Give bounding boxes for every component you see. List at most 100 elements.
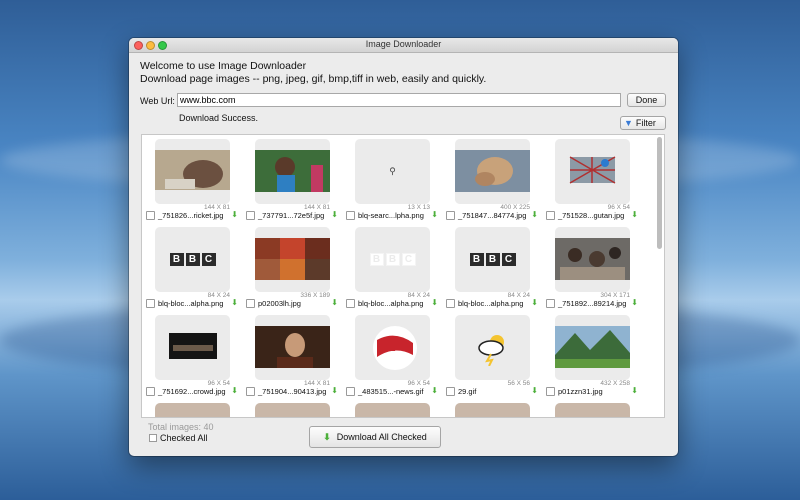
download-arrow-icon[interactable]: ⬇ [331, 210, 338, 219]
image-checkbox[interactable] [146, 299, 155, 308]
image-filename: _751826...ricket.jpg [158, 211, 224, 220]
image-tile[interactable]: 336 X 189 p02003lh.jpg ⬇ [242, 223, 338, 309]
download-arrow-icon[interactable]: ⬇ [631, 298, 638, 307]
image-thumbnail[interactable] [155, 139, 230, 204]
download-all-checked-button[interactable]: ⬇ Download All Checked [309, 426, 441, 448]
download-arrow-icon[interactable]: ⬇ [431, 210, 438, 219]
scrollbar[interactable] [657, 137, 662, 249]
image-checkbox[interactable] [446, 299, 455, 308]
download-arrow-icon[interactable]: ⬇ [231, 386, 238, 395]
image-thumbnail[interactable] [555, 139, 630, 204]
image-tile[interactable] [142, 399, 238, 417]
image-checkbox[interactable] [146, 211, 155, 220]
app-window: Image Downloader Welcome to use Image Do… [129, 38, 678, 456]
image-thumbnail[interactable] [355, 315, 430, 380]
image-thumbnail[interactable]: BBC [355, 227, 430, 292]
image-tile[interactable]: 144 X 81 _737791...72e5f.jpg ⬇ [242, 135, 338, 221]
title-bar[interactable]: Image Downloader [129, 38, 678, 53]
image-dimensions: 84 X 24 [507, 292, 530, 299]
image-tile[interactable]: ⚲ 13 X 13 blq-searc...lpha.png ⬇ [342, 135, 438, 221]
download-arrow-icon[interactable]: ⬇ [231, 298, 238, 307]
download-arrow-icon[interactable]: ⬇ [631, 386, 638, 395]
image-dimensions: 144 X 81 [303, 380, 330, 387]
checkbox-icon[interactable] [149, 434, 157, 442]
image-checkbox[interactable] [546, 299, 555, 308]
download-arrow-icon[interactable]: ⬇ [531, 298, 538, 307]
url-label: Web Url: [140, 96, 175, 106]
download-arrow-icon[interactable]: ⬇ [331, 386, 338, 395]
image-tile[interactable]: 96 X 54 _751528...gutan.jpg ⬇ [542, 135, 638, 221]
status-message: Download Success. [179, 113, 259, 123]
download-arrow-icon[interactable]: ⬇ [331, 298, 338, 307]
image-tile[interactable]: 144 X 81 _751904...90413.jpg ⬇ [242, 311, 338, 397]
funnel-icon: ▼ [624, 118, 633, 128]
image-thumbnail[interactable] [455, 403, 530, 417]
image-thumbnail[interactable] [355, 403, 430, 417]
image-tile[interactable] [542, 399, 638, 417]
image-tile[interactable]: 400 X 225 _751847...84774.jpg ⬇ [442, 135, 538, 221]
image-checkbox[interactable] [546, 387, 555, 396]
image-thumbnail[interactable] [255, 139, 330, 204]
welcome-heading: Welcome to use Image Downloader [140, 60, 307, 72]
image-thumbnail[interactable]: BBC [455, 227, 530, 292]
image-thumbnail[interactable] [255, 315, 330, 380]
image-checkbox[interactable] [446, 387, 455, 396]
image-thumbnail[interactable]: BBC [155, 227, 230, 292]
image-checkbox[interactable] [346, 211, 355, 220]
image-filename: blq-bloc...alpha.png [458, 299, 524, 308]
image-tile[interactable]: B B C 84 X 24 blq-bloc...alpha.png ⬇ [442, 223, 538, 309]
image-filename: _737791...72e5f.jpg [258, 211, 325, 220]
image-tile[interactable]: 304 X 171 _751892...89214.jpg ⬇ [542, 223, 638, 309]
download-arrow-icon[interactable]: ⬇ [531, 386, 538, 395]
download-arrow-icon[interactable]: ⬇ [531, 210, 538, 219]
download-arrow-icon[interactable]: ⬇ [431, 386, 438, 395]
image-tile[interactable]: 144 X 81 _751826...ricket.jpg ⬇ [142, 135, 238, 221]
image-dimensions: 96 X 54 [607, 204, 630, 211]
image-dimensions: 13 X 13 [407, 204, 430, 211]
image-tile[interactable]: B B C 84 X 24 blq-bloc...alpha.png ⬇ [342, 223, 438, 309]
image-thumbnail[interactable]: ⚲ [355, 139, 430, 204]
image-tile[interactable]: 56 X 56 29.gif ⬇ [442, 311, 538, 397]
image-thumbnail[interactable] [555, 227, 630, 292]
image-tile[interactable] [442, 399, 538, 417]
checked-all-checkbox[interactable]: Checked All [149, 433, 208, 443]
image-dimensions: 84 X 24 [207, 292, 230, 299]
image-checkbox[interactable] [546, 211, 555, 220]
image-thumbnail[interactable] [455, 315, 530, 380]
filter-button[interactable]: ▼ Filter [620, 116, 666, 130]
download-arrow-icon[interactable]: ⬇ [231, 210, 238, 219]
image-thumbnail[interactable] [555, 403, 630, 417]
image-checkbox[interactable] [446, 211, 455, 220]
image-checkbox[interactable] [246, 211, 255, 220]
download-arrow-icon: ⬇ [323, 432, 331, 442]
image-thumbnail[interactable] [455, 139, 530, 204]
image-filename: _751892...89214.jpg [558, 299, 627, 308]
done-button[interactable]: Done [627, 93, 666, 107]
image-checkbox[interactable] [346, 387, 355, 396]
image-checkbox[interactable] [346, 299, 355, 308]
image-tile[interactable] [242, 399, 338, 417]
download-arrow-icon[interactable]: ⬇ [631, 210, 638, 219]
image-tile[interactable] [342, 399, 438, 417]
image-grid[interactable]: 144 X 81 _751826...ricket.jpg ⬇ 144 X 81 _73… [141, 134, 665, 418]
image-thumbnail[interactable] [555, 315, 630, 380]
image-dimensions: 304 X 171 [600, 292, 630, 299]
image-thumbnail[interactable] [155, 403, 230, 417]
download-arrow-icon[interactable]: ⬇ [431, 298, 438, 307]
image-thumbnail[interactable] [255, 403, 330, 417]
image-tile[interactable]: B B C 84 X 24 blq-bloc...alpha.png ⬇ [142, 223, 238, 309]
image-dimensions: 96 X 54 [407, 380, 430, 387]
url-input[interactable]: www.bbc.com [177, 93, 621, 107]
image-thumbnail[interactable] [255, 227, 330, 292]
welcome-description: Download page images -- png, jpeg, gif, … [140, 73, 487, 85]
image-tile[interactable]: 96 X 54 _751692...crowd.jpg ⬇ [142, 311, 238, 397]
image-thumbnail[interactable] [155, 315, 230, 380]
image-dimensions: 144 X 81 [203, 204, 230, 211]
image-checkbox[interactable] [146, 387, 155, 396]
image-tile[interactable]: 96 X 54 _483515...-news.gif ⬇ [342, 311, 438, 397]
image-checkbox[interactable] [246, 299, 255, 308]
image-tile[interactable]: 432 X 258 p01zzn31.jpg ⬇ [542, 311, 638, 397]
image-filename: 29.gif [458, 387, 477, 396]
image-checkbox[interactable] [246, 387, 255, 396]
total-images-count: Total images: 40 [148, 422, 214, 432]
